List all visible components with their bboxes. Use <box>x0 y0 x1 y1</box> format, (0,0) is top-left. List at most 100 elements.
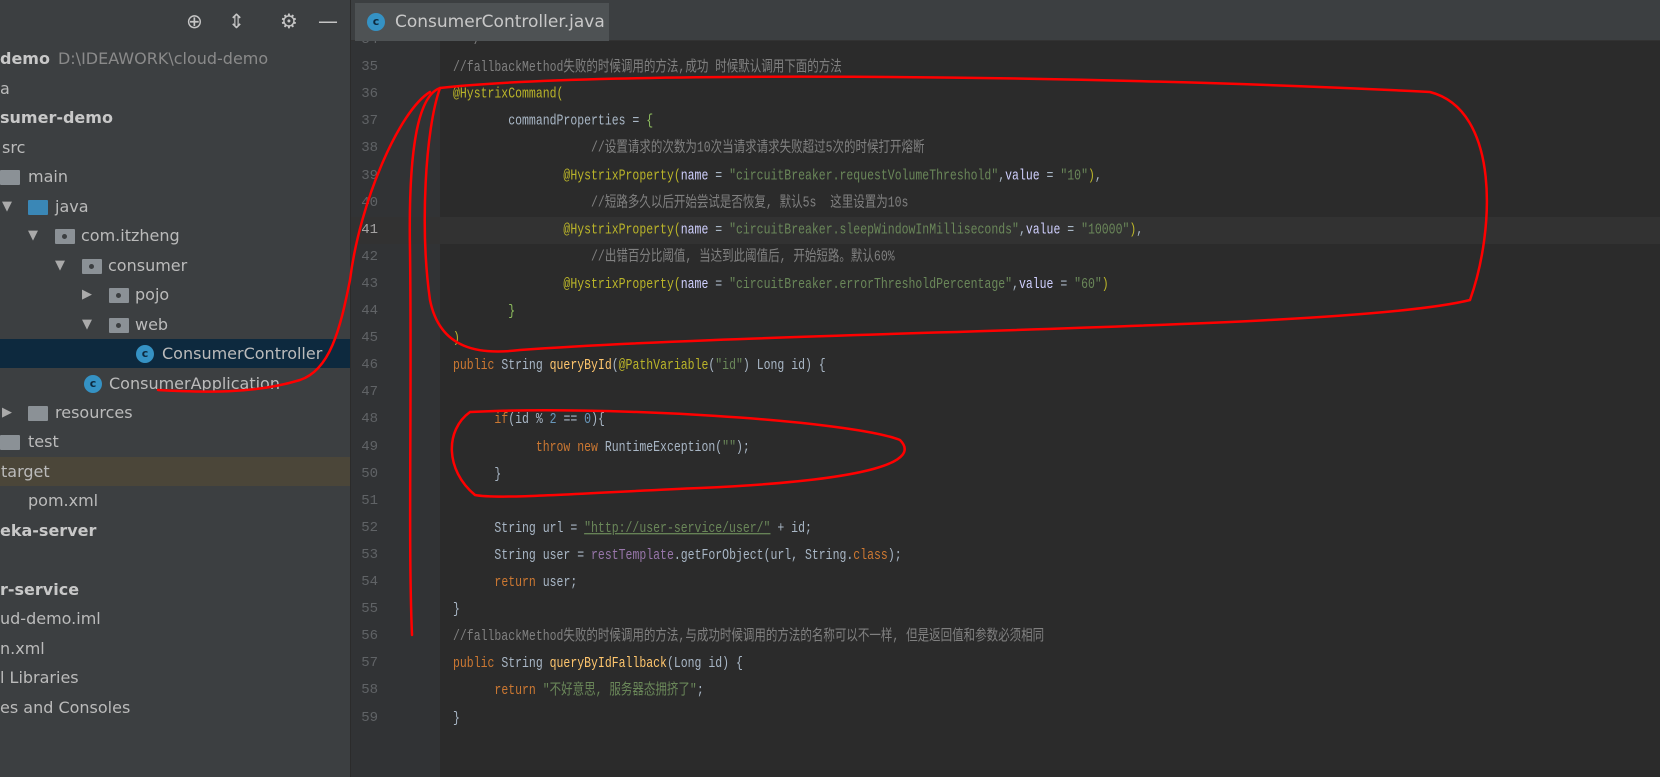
code-token: = <box>1039 167 1061 185</box>
tree-item-label: eka-server <box>0 521 97 540</box>
code-text: @HystrixProperty(name = "circuitBreaker.… <box>453 267 1108 302</box>
code-token: = <box>1053 275 1075 293</box>
code-token: "10000" <box>1081 221 1130 239</box>
code-token: ) Long id) { <box>742 357 826 375</box>
code-token: "http://user-service/user/" <box>584 519 771 537</box>
code-token: "id" <box>715 357 743 375</box>
chevron-down-icon[interactable]: ▼ <box>82 310 92 339</box>
tree-item-target[interactable]: target <box>0 457 350 486</box>
tree-item-cloud-demo[interactable]: demo D:\IDEAWORK\cloud-demo <box>0 44 350 73</box>
tree-item-root-pom[interactable]: n.xml <box>0 634 350 663</box>
gear-icon[interactable]: ⚙ <box>280 10 298 32</box>
chevron-down-icon[interactable]: ▼ <box>55 251 65 280</box>
code-line[interactable]: 59} <box>351 705 1660 732</box>
code-token: */ <box>453 41 481 49</box>
code-token: if <box>494 411 509 429</box>
code-line[interactable]: 50 } <box>351 461 1660 488</box>
class-icon: c <box>367 13 385 31</box>
tree-item-consumer-application[interactable]: c ConsumerApplication <box>0 369 350 398</box>
code-token: //fallbackMethod失败的时候调用的方法,成功 时候默认调用下面的方… <box>453 59 842 77</box>
tree-item-label: main <box>28 167 68 186</box>
code-text: } <box>453 457 501 492</box>
tree-item-main[interactable]: main <box>0 162 350 191</box>
code-token: "10" <box>1060 167 1088 185</box>
tree-item-pojo[interactable]: ▶ pojo <box>0 280 350 309</box>
tree-item[interactable]: a <box>0 74 350 103</box>
code-line[interactable]: 44 } <box>351 298 1660 325</box>
code-token: user; <box>542 574 578 591</box>
code-token: //出错百分比阈值, 当达到此阈值后, 开始短路。默认60% <box>453 248 895 266</box>
line-number: 35 <box>361 59 378 76</box>
tree-item-label: ud-demo.iml <box>0 609 101 628</box>
chevron-down-icon[interactable]: ▼ <box>2 192 12 221</box>
code-token: = <box>1060 221 1082 239</box>
code-token: //设置请求的次数为10次当请求请求失败超过5次的时候打开熔断 <box>453 140 925 158</box>
tree-item-pom-xml[interactable]: pom.xml <box>0 486 350 515</box>
code-token: String <box>501 357 550 375</box>
code-text: } <box>453 700 460 735</box>
folder-icon <box>0 170 20 185</box>
hide-panel-icon[interactable]: — <box>318 10 338 32</box>
code-token: return <box>494 574 543 591</box>
collapse-all-icon[interactable]: ⇕ <box>228 10 245 32</box>
tree-item-label: src <box>2 138 26 157</box>
code-line[interactable]: 46 public String queryById(@PathVariable(… <box>351 352 1660 379</box>
code-token: @HystrixProperty( <box>563 275 681 293</box>
chevron-right-icon[interactable]: ▶ <box>2 398 12 427</box>
code-token: ){ <box>591 411 605 429</box>
chevron-down-icon[interactable]: ▼ <box>28 221 38 250</box>
line-number: 48 <box>361 411 378 428</box>
tree-item-scratches[interactable]: es and Consoles <box>0 693 350 722</box>
tree-item-label: pojo <box>135 285 170 304</box>
tree-item-user-service[interactable]: r-service <box>0 575 350 604</box>
line-number: 38 <box>361 140 378 157</box>
code-token: @HystrixProperty( <box>563 167 681 185</box>
tree-item-resources[interactable]: ▶ resources <box>0 398 350 427</box>
code-token: restTemplate <box>591 546 674 564</box>
line-number: 50 <box>361 465 378 482</box>
tree-item-com-itzheng[interactable]: ▼ com.itzheng <box>0 221 350 250</box>
tab-consumer-controller[interactable]: c ConsumerController.java <box>355 3 609 41</box>
tree-item-consumer-demo[interactable]: sumer-demo <box>0 103 350 132</box>
tree-item-label: l Libraries <box>0 668 79 687</box>
tree-item-label: pom.xml <box>28 491 99 510</box>
tree-item-web[interactable]: ▼ web <box>0 310 350 339</box>
tree-item-java[interactable]: ▼ java <box>0 192 350 221</box>
package-icon <box>55 229 75 244</box>
line-number: 41 <box>361 221 378 238</box>
locate-icon[interactable]: ⊕ <box>186 10 203 32</box>
tree-item-external-libraries[interactable]: l Libraries <box>0 663 350 692</box>
code-token: RuntimeException( <box>604 438 723 456</box>
tree-item-cloud-demo-iml[interactable]: ud-demo.iml <box>0 604 350 633</box>
tree-item-label: ConsumerApplication <box>109 374 280 393</box>
code-editor[interactable]: 34 */ 35 //fallbackMethod失败的时候调用的方法,成功 时候默… <box>351 41 1660 777</box>
class-icon: c <box>136 345 154 363</box>
tree-item-src[interactable]: src <box>0 133 350 162</box>
tree-item-consumer[interactable]: ▼ consumer <box>0 251 350 280</box>
line-number: 46 <box>361 357 378 374</box>
code-token: value <box>1005 167 1040 185</box>
code-token: } <box>453 709 460 727</box>
code-line[interactable]: 54 return user; <box>351 569 1660 596</box>
chevron-right-icon[interactable]: ▶ <box>82 280 92 309</box>
code-token: "60" <box>1074 275 1102 293</box>
code-line[interactable]: 58 return "不好意思, 服务器态拥挤了"; <box>351 677 1660 704</box>
code-line[interactable]: 49 throw new RuntimeException(""); <box>351 434 1660 461</box>
tree-item-consumer-controller[interactable]: c ConsumerController <box>0 339 350 368</box>
tree-item-test[interactable]: test <box>0 427 350 456</box>
code-token: (Long id) { <box>666 655 743 673</box>
code-line[interactable]: 43 @HystrixProperty(name = "circuitBreak… <box>351 271 1660 298</box>
tree-item-label: resources <box>55 403 133 422</box>
line-number: 37 <box>361 113 378 130</box>
code-token: "circuitBreaker.sleepWindowInMillisecond… <box>729 221 1019 239</box>
line-number: 47 <box>361 384 378 401</box>
tree-item-eureka-server[interactable]: eka-server <box>0 516 350 545</box>
code-token: == <box>556 411 585 429</box>
line-number: 53 <box>361 546 378 563</box>
code-token: "circuitBreaker.requestVolumeThreshold" <box>729 167 999 185</box>
code-token: value <box>1018 275 1054 293</box>
